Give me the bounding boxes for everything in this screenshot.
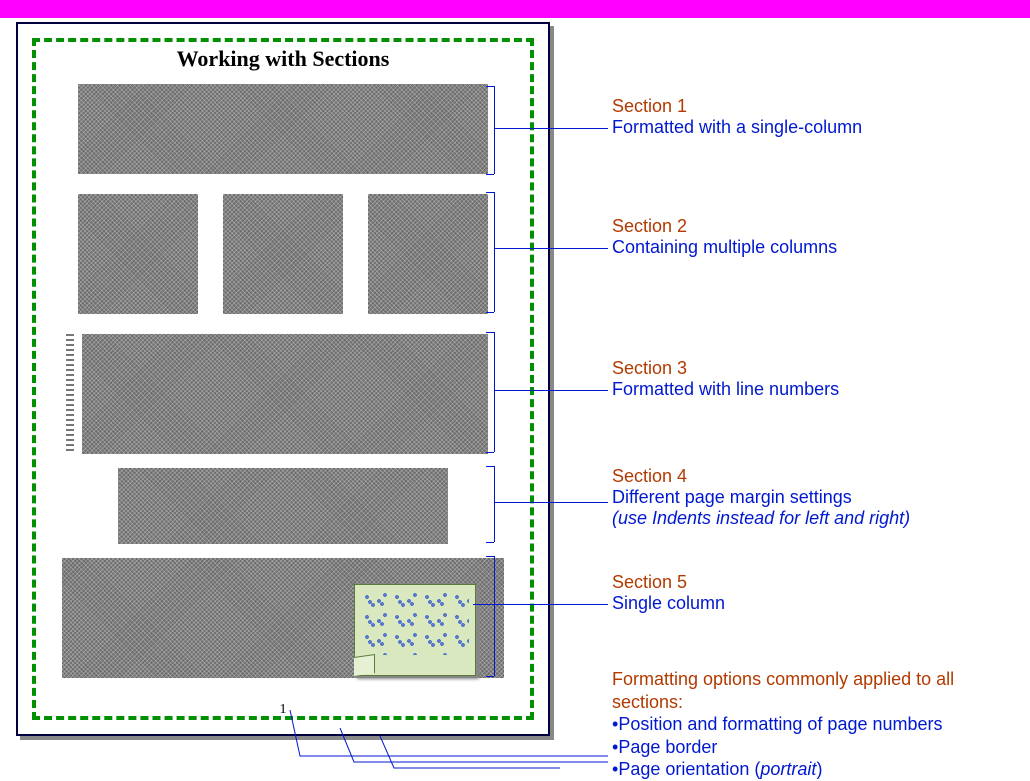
bracket-s1-bot <box>486 174 494 175</box>
section-1-text <box>78 84 488 174</box>
section-2-col-3 <box>368 194 488 314</box>
section-4-text <box>118 468 448 544</box>
bracket-s3-right <box>494 332 495 452</box>
annotation-section5: Section 5 Single column <box>612 572 725 614</box>
annotation-section3: Section 3 Formatted with line numbers <box>612 358 839 400</box>
section1-desc: Formatted with a single-column <box>612 117 862 138</box>
bracket-s1-right <box>494 86 495 174</box>
bracket-s4-bot <box>486 542 494 543</box>
bracket-s5-top <box>486 556 494 557</box>
sticky-note <box>354 584 476 676</box>
page-number: 1 <box>18 702 548 718</box>
section2-desc: Containing multiple columns <box>612 237 837 258</box>
leader-s5 <box>473 604 608 605</box>
diagram-canvas: Working with Sections 1 <box>0 0 1030 770</box>
annotation-section4: Section 4 Different page margin settings… <box>612 466 910 529</box>
sticky-note-dogear <box>354 654 375 676</box>
options-item-2: •Page border <box>612 736 1022 759</box>
options-item-3: •Page orientation (portrait) <box>612 758 1022 781</box>
section4-desc: Different page margin settings <box>612 487 910 508</box>
section2-head: Section 2 <box>612 216 837 237</box>
leader-s1 <box>494 128 608 129</box>
bracket-s4-right <box>494 466 495 542</box>
bracket-s5-bot <box>486 676 494 677</box>
section4-note: (use Indents instead for left and right) <box>612 508 910 528</box>
leader-s3 <box>494 390 608 391</box>
options-item-1: •Position and formatting of page numbers <box>612 713 1022 736</box>
section5-desc: Single column <box>612 593 725 614</box>
bracket-s5-right <box>494 556 495 676</box>
section3-desc: Formatted with line numbers <box>612 379 839 400</box>
section-2-col-1 <box>78 194 198 314</box>
leader-s2 <box>494 248 608 249</box>
section5-head: Section 5 <box>612 572 725 593</box>
bracket-s4-top <box>486 466 494 467</box>
bracket-s3-bot <box>486 452 494 453</box>
bracket-s3-top <box>486 332 494 333</box>
magenta-stripe <box>0 0 1030 18</box>
annotation-section1: Section 1 Formatted with a single-column <box>612 96 862 138</box>
sticky-note-scribble <box>361 591 469 655</box>
section3-head: Section 3 <box>612 358 839 379</box>
annotation-section2: Section 2 Containing multiple columns <box>612 216 837 258</box>
section-2-col-2 <box>223 194 343 314</box>
page-title: Working with Sections <box>18 46 548 72</box>
bracket-s1-top <box>486 86 494 87</box>
section-3-line-numbers <box>66 334 74 454</box>
leader-s4 <box>494 502 608 503</box>
section-3-text <box>82 334 488 454</box>
bracket-s2-right <box>494 192 495 312</box>
common-formatting-options: Formatting options commonly applied to a… <box>612 668 1022 781</box>
options-head: Formatting options commonly applied to a… <box>612 668 1022 713</box>
bracket-s2-top <box>486 192 494 193</box>
section4-head: Section 4 <box>612 466 910 487</box>
page-sheet: Working with Sections 1 <box>16 22 550 736</box>
bracket-s2-bot <box>486 312 494 313</box>
section1-head: Section 1 <box>612 96 862 117</box>
